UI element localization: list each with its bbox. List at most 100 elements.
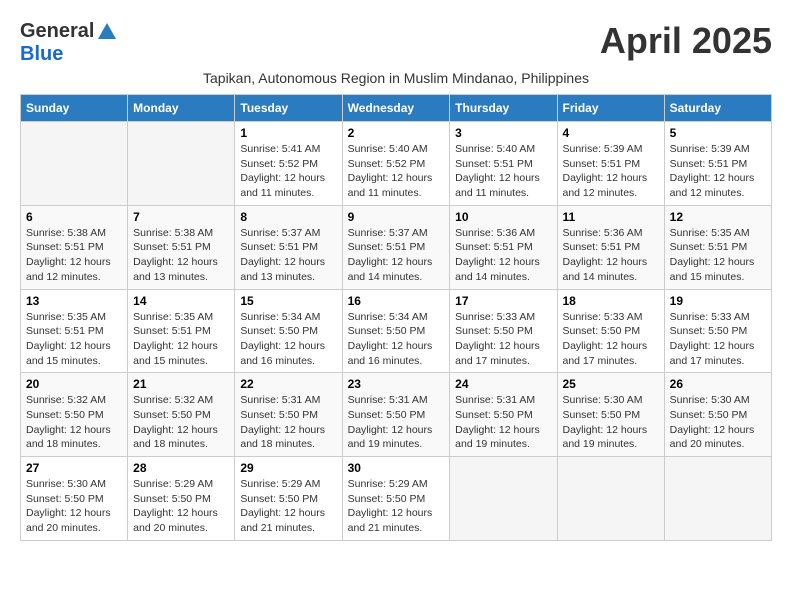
- calendar-cell: 13 Sunrise: 5:35 AMSunset: 5:51 PMDaylig…: [21, 289, 128, 373]
- day-number: 22: [240, 377, 336, 391]
- day-number: 9: [348, 210, 445, 224]
- calendar-cell: 6 Sunrise: 5:38 AMSunset: 5:51 PMDayligh…: [21, 205, 128, 289]
- day-info: Sunrise: 5:35 AMSunset: 5:51 PMDaylight:…: [26, 311, 111, 367]
- calendar-cell: 24 Sunrise: 5:31 AMSunset: 5:50 PMDaylig…: [450, 373, 557, 457]
- day-info: Sunrise: 5:31 AMSunset: 5:50 PMDaylight:…: [348, 394, 433, 450]
- day-info: Sunrise: 5:39 AMSunset: 5:51 PMDaylight:…: [670, 143, 755, 199]
- day-info: Sunrise: 5:41 AMSunset: 5:52 PMDaylight:…: [240, 143, 325, 199]
- calendar-cell: 8 Sunrise: 5:37 AMSunset: 5:51 PMDayligh…: [235, 205, 342, 289]
- calendar-cell: 26 Sunrise: 5:30 AMSunset: 5:50 PMDaylig…: [664, 373, 771, 457]
- page-subtitle: Tapikan, Autonomous Region in Muslim Min…: [20, 70, 772, 86]
- day-info: Sunrise: 5:38 AMSunset: 5:51 PMDaylight:…: [26, 227, 111, 283]
- calendar-week-row: 13 Sunrise: 5:35 AMSunset: 5:51 PMDaylig…: [21, 289, 772, 373]
- weekday-header: Sunday: [21, 95, 128, 122]
- calendar-table: SundayMondayTuesdayWednesdayThursdayFrid…: [20, 94, 772, 541]
- weekday-header: Friday: [557, 95, 664, 122]
- calendar-cell: [21, 122, 128, 206]
- calendar-cell: 2 Sunrise: 5:40 AMSunset: 5:52 PMDayligh…: [342, 122, 450, 206]
- day-number: 12: [670, 210, 766, 224]
- calendar-cell: 11 Sunrise: 5:36 AMSunset: 5:51 PMDaylig…: [557, 205, 664, 289]
- day-number: 13: [26, 294, 122, 308]
- day-info: Sunrise: 5:40 AMSunset: 5:52 PMDaylight:…: [348, 143, 433, 199]
- calendar-cell: 3 Sunrise: 5:40 AMSunset: 5:51 PMDayligh…: [450, 122, 557, 206]
- day-info: Sunrise: 5:30 AMSunset: 5:50 PMDaylight:…: [563, 394, 648, 450]
- calendar-cell: 4 Sunrise: 5:39 AMSunset: 5:51 PMDayligh…: [557, 122, 664, 206]
- day-number: 20: [26, 377, 122, 391]
- day-info: Sunrise: 5:31 AMSunset: 5:50 PMDaylight:…: [455, 394, 540, 450]
- calendar-week-row: 6 Sunrise: 5:38 AMSunset: 5:51 PMDayligh…: [21, 205, 772, 289]
- calendar-cell: 20 Sunrise: 5:32 AMSunset: 5:50 PMDaylig…: [21, 373, 128, 457]
- calendar-cell: 27 Sunrise: 5:30 AMSunset: 5:50 PMDaylig…: [21, 457, 128, 541]
- day-number: 6: [26, 210, 122, 224]
- calendar-cell: 1 Sunrise: 5:41 AMSunset: 5:52 PMDayligh…: [235, 122, 342, 206]
- logo-general: General: [20, 20, 94, 43]
- day-info: Sunrise: 5:33 AMSunset: 5:50 PMDaylight:…: [563, 311, 648, 367]
- day-info: Sunrise: 5:35 AMSunset: 5:51 PMDaylight:…: [670, 227, 755, 283]
- day-number: 23: [348, 377, 445, 391]
- day-info: Sunrise: 5:31 AMSunset: 5:50 PMDaylight:…: [240, 394, 325, 450]
- day-number: 16: [348, 294, 445, 308]
- calendar-cell: 25 Sunrise: 5:30 AMSunset: 5:50 PMDaylig…: [557, 373, 664, 457]
- day-info: Sunrise: 5:32 AMSunset: 5:50 PMDaylight:…: [133, 394, 218, 450]
- day-number: 18: [563, 294, 659, 308]
- day-info: Sunrise: 5:29 AMSunset: 5:50 PMDaylight:…: [133, 478, 218, 534]
- day-info: Sunrise: 5:30 AMSunset: 5:50 PMDaylight:…: [670, 394, 755, 450]
- day-info: Sunrise: 5:34 AMSunset: 5:50 PMDaylight:…: [240, 311, 325, 367]
- day-number: 2: [348, 126, 445, 140]
- weekday-header: Tuesday: [235, 95, 342, 122]
- calendar-cell: 28 Sunrise: 5:29 AMSunset: 5:50 PMDaylig…: [128, 457, 235, 541]
- day-info: Sunrise: 5:40 AMSunset: 5:51 PMDaylight:…: [455, 143, 540, 199]
- day-info: Sunrise: 5:37 AMSunset: 5:51 PMDaylight:…: [348, 227, 433, 283]
- day-info: Sunrise: 5:29 AMSunset: 5:50 PMDaylight:…: [240, 478, 325, 534]
- page-header: General Blue April 2025: [20, 20, 772, 66]
- calendar-cell: 30 Sunrise: 5:29 AMSunset: 5:50 PMDaylig…: [342, 457, 450, 541]
- day-number: 24: [455, 377, 551, 391]
- logo-icon: [96, 21, 118, 43]
- day-info: Sunrise: 5:32 AMSunset: 5:50 PMDaylight:…: [26, 394, 111, 450]
- calendar-cell: 21 Sunrise: 5:32 AMSunset: 5:50 PMDaylig…: [128, 373, 235, 457]
- calendar-cell: 15 Sunrise: 5:34 AMSunset: 5:50 PMDaylig…: [235, 289, 342, 373]
- day-number: 30: [348, 461, 445, 475]
- calendar-cell: 22 Sunrise: 5:31 AMSunset: 5:50 PMDaylig…: [235, 373, 342, 457]
- calendar-cell: 14 Sunrise: 5:35 AMSunset: 5:51 PMDaylig…: [128, 289, 235, 373]
- weekday-header: Monday: [128, 95, 235, 122]
- day-number: 3: [455, 126, 551, 140]
- calendar-cell: 19 Sunrise: 5:33 AMSunset: 5:50 PMDaylig…: [664, 289, 771, 373]
- day-number: 28: [133, 461, 229, 475]
- calendar-cell: 10 Sunrise: 5:36 AMSunset: 5:51 PMDaylig…: [450, 205, 557, 289]
- month-title: April 2025: [600, 20, 772, 62]
- weekday-header: Wednesday: [342, 95, 450, 122]
- day-info: Sunrise: 5:30 AMSunset: 5:50 PMDaylight:…: [26, 478, 111, 534]
- day-number: 11: [563, 210, 659, 224]
- day-number: 17: [455, 294, 551, 308]
- calendar-cell: 23 Sunrise: 5:31 AMSunset: 5:50 PMDaylig…: [342, 373, 450, 457]
- day-number: 19: [670, 294, 766, 308]
- logo-blue: Blue: [20, 43, 63, 66]
- day-info: Sunrise: 5:33 AMSunset: 5:50 PMDaylight:…: [670, 311, 755, 367]
- calendar-week-row: 20 Sunrise: 5:32 AMSunset: 5:50 PMDaylig…: [21, 373, 772, 457]
- day-number: 15: [240, 294, 336, 308]
- calendar-cell: [450, 457, 557, 541]
- calendar-header-row: SundayMondayTuesdayWednesdayThursdayFrid…: [21, 95, 772, 122]
- day-info: Sunrise: 5:36 AMSunset: 5:51 PMDaylight:…: [563, 227, 648, 283]
- calendar-body: 1 Sunrise: 5:41 AMSunset: 5:52 PMDayligh…: [21, 122, 772, 541]
- calendar-cell: 29 Sunrise: 5:29 AMSunset: 5:50 PMDaylig…: [235, 457, 342, 541]
- calendar-cell: 16 Sunrise: 5:34 AMSunset: 5:50 PMDaylig…: [342, 289, 450, 373]
- day-info: Sunrise: 5:39 AMSunset: 5:51 PMDaylight:…: [563, 143, 648, 199]
- day-number: 25: [563, 377, 659, 391]
- day-number: 14: [133, 294, 229, 308]
- day-info: Sunrise: 5:35 AMSunset: 5:51 PMDaylight:…: [133, 311, 218, 367]
- calendar-cell: 18 Sunrise: 5:33 AMSunset: 5:50 PMDaylig…: [557, 289, 664, 373]
- calendar-cell: [557, 457, 664, 541]
- day-number: 1: [240, 126, 336, 140]
- day-info: Sunrise: 5:33 AMSunset: 5:50 PMDaylight:…: [455, 311, 540, 367]
- day-info: Sunrise: 5:34 AMSunset: 5:50 PMDaylight:…: [348, 311, 433, 367]
- logo: General Blue: [20, 20, 118, 66]
- calendar-cell: 7 Sunrise: 5:38 AMSunset: 5:51 PMDayligh…: [128, 205, 235, 289]
- calendar-cell: 12 Sunrise: 5:35 AMSunset: 5:51 PMDaylig…: [664, 205, 771, 289]
- day-number: 7: [133, 210, 229, 224]
- day-info: Sunrise: 5:29 AMSunset: 5:50 PMDaylight:…: [348, 478, 433, 534]
- day-info: Sunrise: 5:37 AMSunset: 5:51 PMDaylight:…: [240, 227, 325, 283]
- day-info: Sunrise: 5:38 AMSunset: 5:51 PMDaylight:…: [133, 227, 218, 283]
- weekday-header: Saturday: [664, 95, 771, 122]
